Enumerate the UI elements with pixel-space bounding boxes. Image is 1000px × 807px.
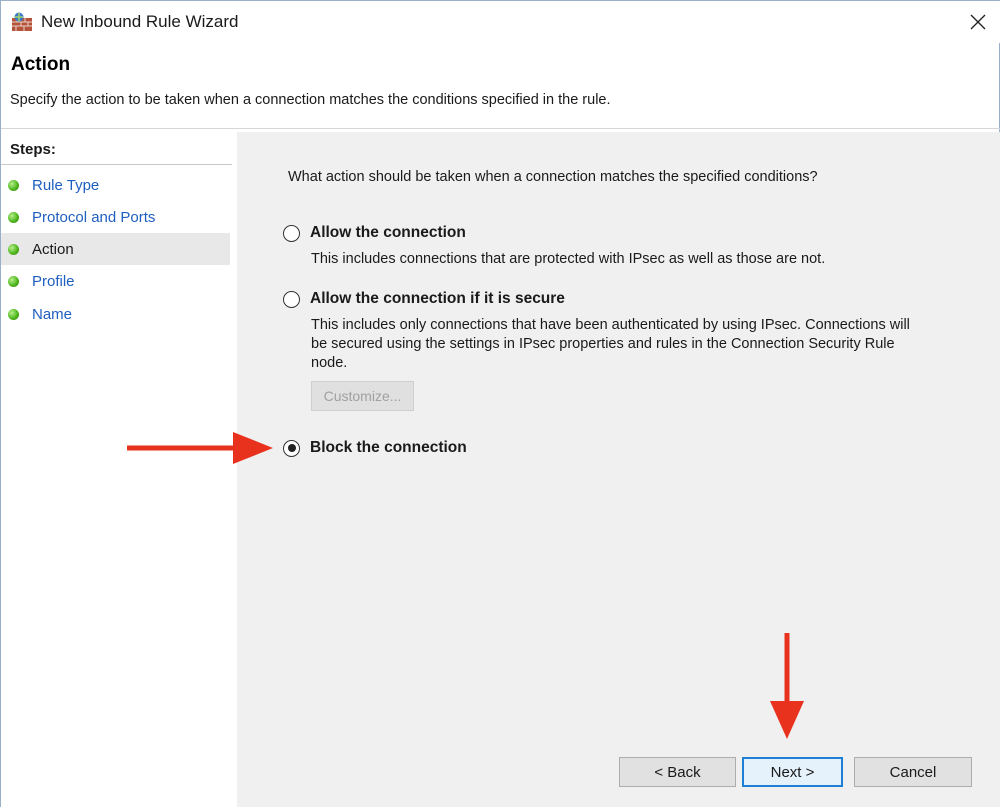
close-icon <box>970 14 986 30</box>
page-description: Specify the action to be taken when a co… <box>10 92 611 108</box>
block-connection-radio[interactable] <box>283 439 300 457</box>
title-bar: New Inbound Rule Wizard <box>1 1 1000 43</box>
step-status-icon <box>8 243 19 255</box>
header-divider <box>1 128 1000 129</box>
step-label: Protocol and Ports <box>32 208 156 226</box>
action-question: What action should be taken when a conne… <box>288 169 818 185</box>
option-description: This includes connections that are prote… <box>311 251 826 267</box>
radio-selected-dot <box>287 444 296 452</box>
step-rule-type[interactable]: Rule Type <box>1 169 230 201</box>
wizard-window: New Inbound Rule Wizard Action Specify t… <box>0 0 1000 807</box>
customize-button[interactable]: Customize... <box>311 381 414 411</box>
next-button[interactable]: Next > <box>742 757 843 787</box>
block-connection-option[interactable]: Block the connection <box>283 439 467 457</box>
allow-if-secure-option[interactable]: Allow the connection if it is secure <box>283 290 565 308</box>
annotation-arrow-down-icon <box>770 633 804 739</box>
step-label: Profile <box>32 272 75 290</box>
step-status-icon <box>8 179 19 191</box>
firewall-icon <box>12 12 32 31</box>
allow-connection-radio[interactable] <box>283 224 300 242</box>
back-button[interactable]: < Back <box>619 757 736 787</box>
steps-heading: Steps: <box>10 141 56 158</box>
close-button[interactable] <box>955 1 1000 43</box>
steps-divider <box>1 164 232 165</box>
allow-connection-option[interactable]: Allow the connection <box>283 224 466 242</box>
window-title: New Inbound Rule Wizard <box>41 12 239 31</box>
step-protocol-and-ports[interactable]: Protocol and Ports <box>1 201 230 233</box>
step-profile[interactable]: Profile <box>1 265 230 297</box>
option-label: Allow the connection <box>310 224 466 241</box>
step-status-icon <box>8 275 19 287</box>
content-panel: What action should be taken when a conne… <box>237 132 1000 807</box>
step-name[interactable]: Name <box>1 298 230 330</box>
step-status-icon <box>8 308 19 320</box>
annotation-arrow-right-icon <box>127 432 273 464</box>
page-title: Action <box>11 54 71 75</box>
step-label: Action <box>32 240 74 258</box>
option-label: Block the connection <box>310 439 467 456</box>
step-action[interactable]: Action <box>1 233 230 265</box>
allow-if-secure-radio[interactable] <box>283 290 300 308</box>
steps-panel: Steps: Rule Type Protocol and Ports Acti… <box>1 132 232 807</box>
step-label: Rule Type <box>32 176 100 194</box>
step-status-icon <box>8 211 19 223</box>
step-label: Name <box>32 305 73 323</box>
option-label: Allow the connection if it is secure <box>310 290 565 307</box>
cancel-button[interactable]: Cancel <box>854 757 972 787</box>
option-description: This includes only connections that have… <box>311 317 910 371</box>
